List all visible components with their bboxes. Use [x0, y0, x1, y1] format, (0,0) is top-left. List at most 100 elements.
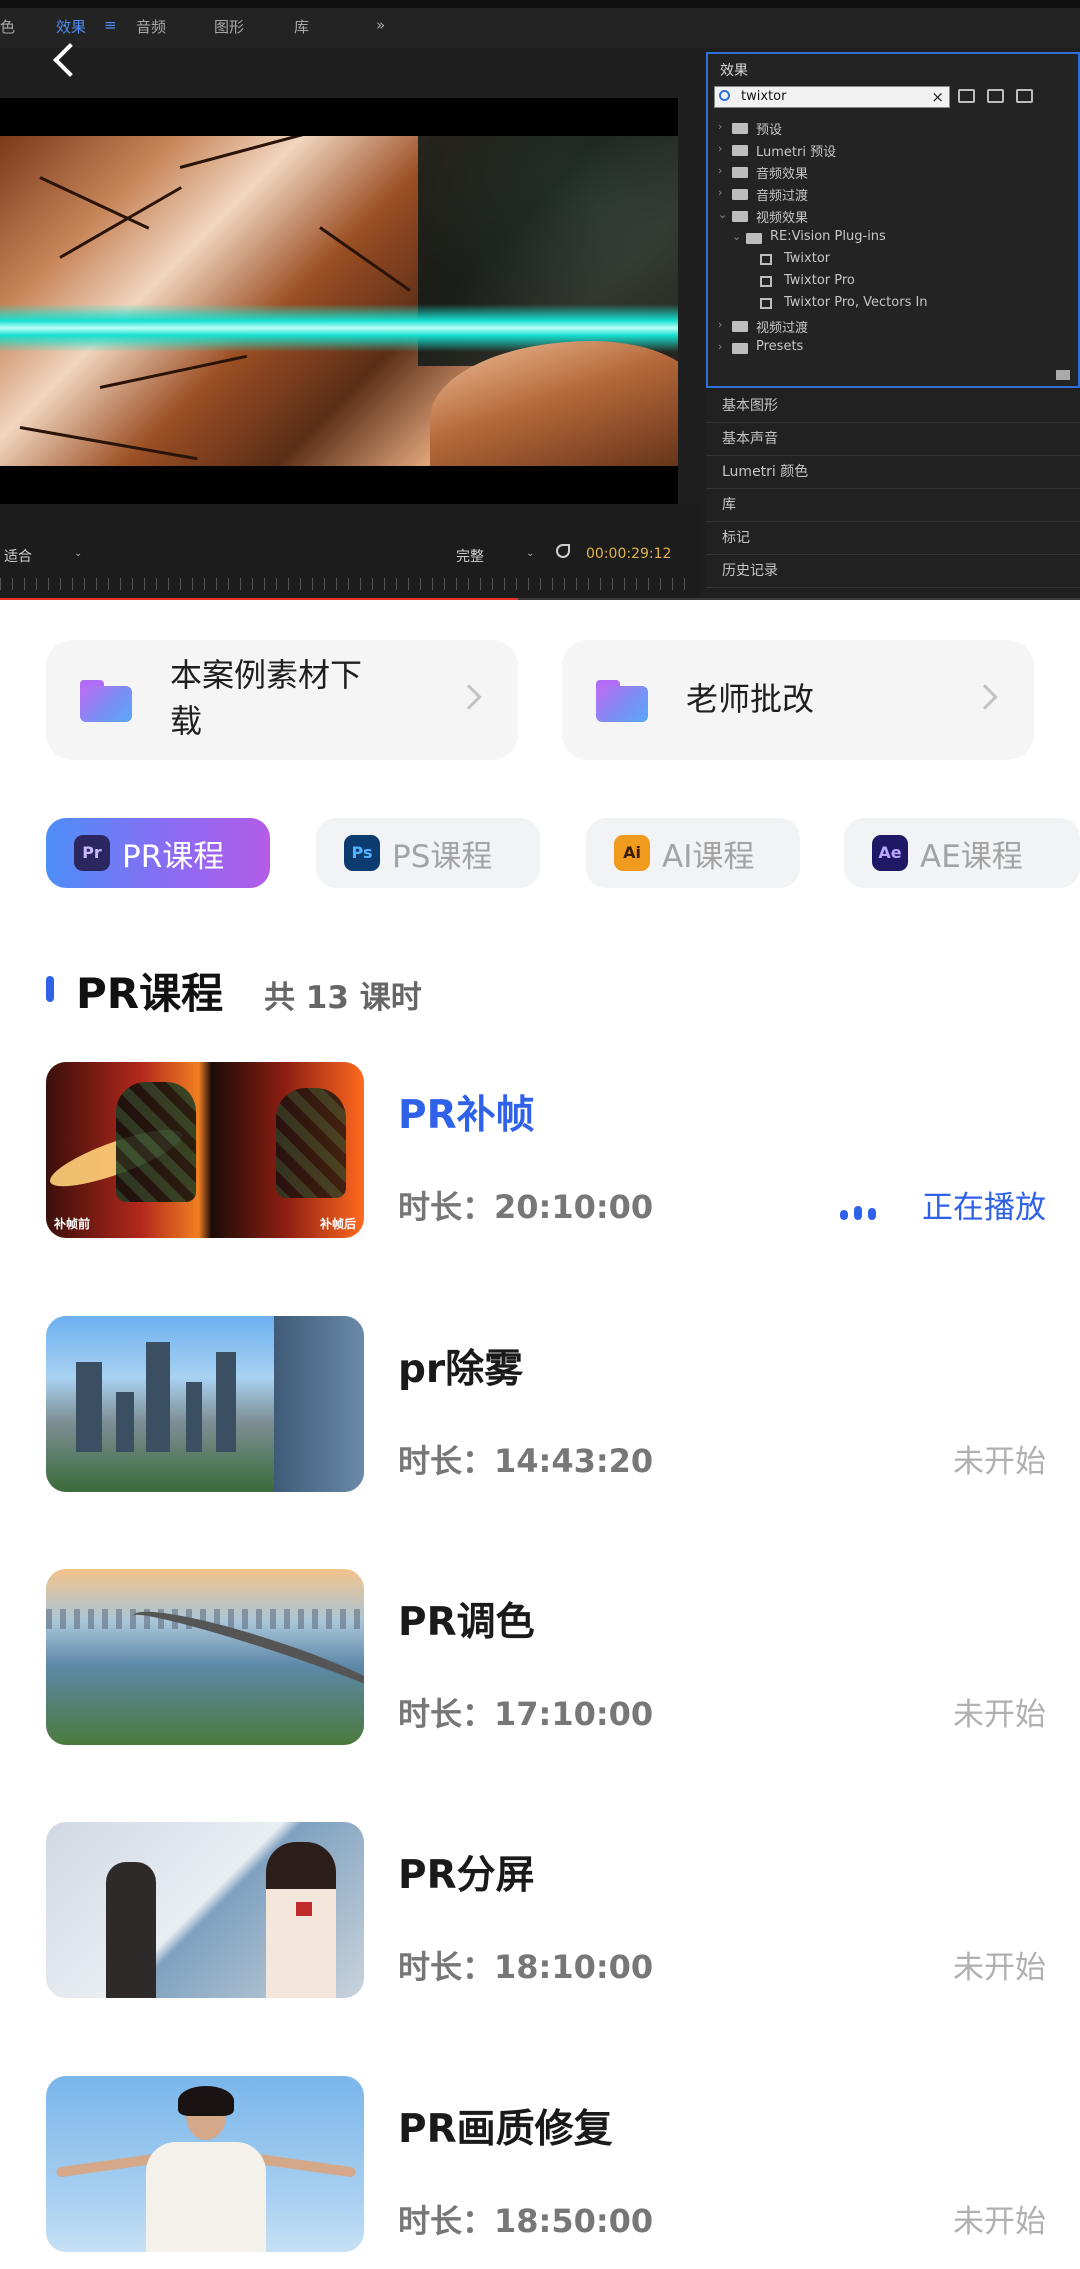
disclosure-chevron-icon[interactable]: ›	[718, 142, 722, 155]
folder-icon	[746, 233, 762, 244]
lesson-item[interactable]: 补帧前 补帧后 PR补帧 时长：20:10:00 正在播放	[46, 1062, 1046, 1238]
playback-progress-fill	[0, 598, 519, 600]
menu-list-icon: ≡	[104, 16, 117, 34]
timeline-ruler	[0, 578, 690, 590]
teacher-review-label: 老师批改	[686, 680, 815, 718]
tab-label: PS课程	[392, 839, 493, 875]
menu-item: 图形	[214, 18, 245, 36]
lesson-item[interactable]: PR画质修复 时长：18:50:00 未开始	[46, 2076, 1046, 2252]
preview-monitor	[0, 98, 678, 504]
effects-tree-label: Twixtor Pro, Vectors In	[784, 295, 928, 310]
effects-tree-label: Twixtor	[784, 251, 831, 266]
lesson-title: PR补帧	[398, 1093, 535, 1138]
video-frame	[0, 136, 678, 466]
panel-list: 基本图形 基本声音 Lumetri 颜色库标记 历史记录	[706, 390, 1080, 588]
lesson-duration: 时长：14:43:20	[398, 1442, 654, 1480]
chevron-down-icon: ⌄	[526, 548, 535, 559]
tab-label: AI课程	[662, 839, 755, 875]
disclosure-chevron-icon[interactable]: ›	[718, 340, 722, 353]
quality-select[interactable]: 完整	[456, 546, 484, 566]
lesson-item[interactable]: pr除雾 时长：14:43:20 未开始	[46, 1316, 1046, 1492]
disclosure-chevron-icon[interactable]: ›	[718, 164, 722, 177]
premiere-icon: Pr	[74, 835, 110, 871]
folder-icon	[732, 167, 748, 178]
lesson-thumbnail	[46, 1822, 364, 1998]
material-download-card[interactable]: 本案例素材下 载	[46, 640, 518, 760]
playback-progress[interactable]	[0, 598, 1080, 600]
teacher-review-card[interactable]: 老师批改	[562, 640, 1034, 760]
chevron-right-icon	[456, 684, 482, 710]
effects-panel: 效果 twixtor × › 预设 › Lumetri 预设 › 音频效果 › 音频过渡 ⌄ 视频…	[706, 52, 1080, 388]
yuv-effects-icon[interactable]	[1016, 89, 1033, 103]
panel-list-item[interactable]: Lumetri 颜色	[706, 456, 1080, 489]
disclosure-chevron-icon[interactable]: ⌄	[732, 230, 741, 243]
effect-icon	[760, 298, 772, 309]
lesson-thumbnail	[46, 2076, 364, 2252]
lesson-title: PR调色	[398, 1600, 535, 1645]
panel-list-item[interactable]: 基本声音	[706, 423, 1080, 456]
32bit-effects-icon[interactable]	[987, 89, 1004, 103]
menu-item: 库	[294, 18, 310, 36]
lesson-count: 共 13 课时	[264, 980, 422, 1016]
wrench-icon[interactable]	[556, 544, 570, 558]
new-bin-icon[interactable]	[1056, 370, 1070, 380]
fit-select[interactable]: 适合	[4, 546, 32, 566]
photoshop-icon: Ps	[344, 835, 380, 871]
chevron-down-icon: ⌄	[74, 548, 83, 559]
menu-more-icon: »	[376, 16, 386, 34]
timecode: 00:00:29:12	[586, 546, 672, 562]
panel-tool-icons	[958, 88, 1045, 107]
thumb-caption: 补帧后	[319, 1217, 356, 1231]
folder-icon	[732, 343, 748, 354]
tab-pr-course[interactable]: Pr PR课程	[46, 818, 270, 888]
monitor-controls: 适合 ⌄ 完整 ⌄ 00:00:29:12	[0, 504, 700, 600]
effects-search-value: twixtor	[741, 89, 787, 104]
effects-tree-label: 音频过渡	[756, 189, 809, 204]
folder-icon	[732, 189, 748, 200]
video-player[interactable]: 色 效果 ≡ 音频 图形 库 » 适合 ⌄ 完整 ⌄ 00:00:29:12 效…	[0, 0, 1080, 600]
effects-tree-label: 预设	[756, 123, 783, 138]
lesson-item[interactable]: PR分屏 时长：18:10:00 未开始	[46, 1822, 1046, 1998]
panel-list-item[interactable]: 库	[706, 489, 1080, 522]
lesson-title: PR分屏	[398, 1853, 535, 1898]
tab-ps-course[interactable]: Ps PS课程	[316, 818, 540, 888]
lesson-item[interactable]: PR调色 时长：17:10:00 未开始	[46, 1569, 1046, 1745]
disclosure-chevron-icon[interactable]: ›	[718, 186, 722, 199]
effects-tree-label: Twixtor Pro	[784, 273, 855, 288]
folder-icon	[596, 680, 648, 722]
panel-list-item[interactable]: 基本图形	[706, 390, 1080, 423]
effects-tree-label: 视频过渡	[756, 321, 809, 336]
material-download-label: 本案例素材下 载	[170, 656, 363, 740]
panel-list-item[interactable]: 历史记录	[706, 555, 1080, 588]
menu-item-active: 效果	[56, 18, 87, 36]
lesson-status: 未开始	[953, 1697, 1046, 1733]
effects-panel-title: 效果	[720, 63, 748, 79]
search-icon	[719, 90, 730, 101]
lesson-duration: 时长：18:50:00	[398, 2202, 654, 2240]
lesson-thumbnail	[46, 1569, 364, 1745]
effects-tree-label: Lumetri 预设	[756, 145, 837, 160]
lesson-duration: 时长：18:10:00	[398, 1948, 654, 1986]
clear-icon[interactable]: ×	[931, 88, 944, 106]
lesson-duration: 时长：17:10:00	[398, 1695, 654, 1733]
chevron-right-icon	[972, 684, 998, 710]
lesson-duration: 时长：20:10:00	[398, 1188, 654, 1226]
effects-tree-label: 音频效果	[756, 167, 809, 182]
tab-ae-course[interactable]: Ae AE课程	[844, 818, 1080, 888]
accelerated-effects-icon[interactable]	[958, 89, 975, 103]
lesson-thumbnail	[46, 1316, 364, 1492]
effects-search-input[interactable]: twixtor ×	[714, 86, 950, 108]
effects-tree-label: RE:Vision Plug-ins	[770, 229, 886, 244]
premiere-menu-bar: 色 效果 ≡ 音频 图形 库 »	[0, 0, 1080, 48]
disclosure-chevron-icon[interactable]: ›	[718, 120, 722, 133]
back-button[interactable]	[46, 40, 86, 84]
lesson-thumbnail: 补帧前 补帧后	[46, 1062, 364, 1238]
lesson-title: pr除雾	[398, 1347, 524, 1392]
menu-item: 色	[0, 18, 16, 36]
disclosure-chevron-icon[interactable]: ›	[718, 318, 722, 331]
folder-icon	[732, 123, 748, 134]
panel-list-item[interactable]: 标记	[706, 522, 1080, 555]
thumb-caption: 补帧前	[54, 1217, 91, 1231]
tab-ai-course[interactable]: Ai AI课程	[586, 818, 800, 888]
disclosure-chevron-icon[interactable]: ⌄	[718, 208, 727, 221]
